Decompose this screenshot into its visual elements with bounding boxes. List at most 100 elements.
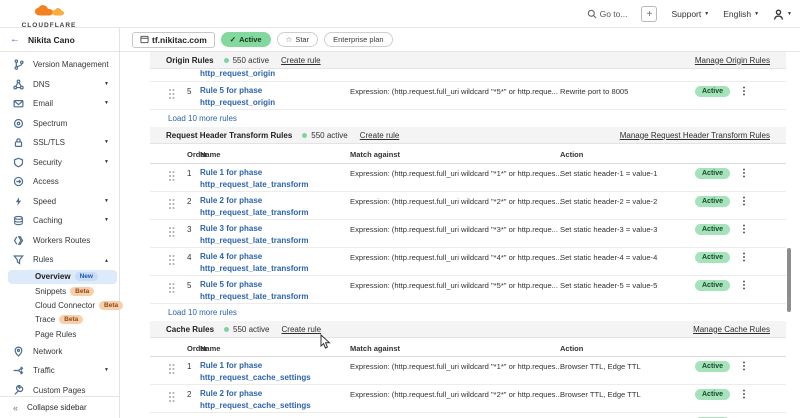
star-button[interactable]: ☆ Star	[277, 32, 319, 47]
user-menu[interactable]: ▼	[773, 9, 792, 20]
kebab-menu-icon[interactable]: ⋮	[739, 362, 749, 372]
table-row[interactable]: 4 Rule 4 for phasehttp_request_late_tran…	[150, 248, 786, 276]
sidebar-item-security[interactable]: Security ▼	[0, 153, 119, 173]
chevron-up-icon: ▼	[104, 257, 109, 262]
table-row[interactable]: 2 Rule 2 for phasehttp_request_cache_set…	[150, 385, 786, 413]
kebab-menu-icon[interactable]: ⋮	[739, 197, 749, 207]
load-more-link[interactable]: Load 10 more rules	[168, 114, 237, 123]
beta-badge: Beta	[59, 315, 83, 324]
sidebar-item-access[interactable]: Access	[0, 172, 119, 192]
sidebar-item-label: Custom Pages	[33, 386, 85, 395]
sidebar-item-email[interactable]: Email ▼	[0, 94, 119, 114]
table-row[interactable]: 5 Rule 5 for phasehttp_request_origin Ex…	[150, 82, 786, 110]
sidebar-item-label: Speed	[33, 197, 56, 206]
sidebar-subitem-label: Trace	[35, 315, 55, 324]
drag-handle-icon[interactable]	[168, 198, 175, 210]
table-row[interactable]: 1 Rule 1 for phasehttp_request_cache_set…	[150, 357, 786, 385]
rule-name-link[interactable]: Rule 2 for phasehttp_request_late_transf…	[200, 195, 308, 219]
sidebar-item-overview[interactable]: Overview New	[8, 270, 117, 284]
rule-action: Browser TTL, Edge TTL	[560, 362, 641, 371]
language-menu[interactable]: English ▼	[723, 9, 759, 19]
vertical-scrollbar[interactable]	[787, 248, 791, 312]
rule-match-expression: Expression: (http.request.full_uri wildc…	[350, 362, 562, 371]
table-row-partial[interactable]: http_request_origin	[150, 69, 786, 82]
sidebar-item-caching[interactable]: Caching ▼	[0, 211, 119, 231]
sidebar-item-label: Spectrum	[33, 119, 67, 128]
column-action: Action	[560, 150, 583, 159]
domain-selector[interactable]: tf.nikitac.com	[132, 32, 215, 48]
kebab-menu-icon[interactable]: ⋮	[739, 390, 749, 400]
site-status-badge: ✓ Active	[221, 32, 271, 47]
kebab-menu-icon[interactable]: ⋮	[739, 87, 749, 97]
kebab-menu-icon[interactable]: ⋮	[739, 281, 749, 291]
load-more-link[interactable]: Load 10 more rules	[168, 308, 237, 317]
sidebar-item-ssl-tls[interactable]: SSL/TLS ▼	[0, 133, 119, 153]
table-row-clipped[interactable]: Active	[150, 413, 786, 418]
rule-name-line2: http_request_late_transform	[200, 236, 308, 245]
table-row[interactable]: 2 Rule 2 for phasehttp_request_late_tran…	[150, 192, 786, 220]
create-rule-link[interactable]: Create rule	[282, 325, 322, 334]
sidebar-item-dns[interactable]: DNS ▼	[0, 75, 119, 95]
sidebar-item-cloud-connector[interactable]: Cloud Connector Beta	[0, 298, 119, 312]
rule-order: 5	[187, 87, 191, 96]
active-count: 550 active	[233, 56, 269, 65]
cloudflare-logo[interactable]: CLOUDFLARE	[20, 3, 78, 29]
drag-handle-icon[interactable]	[168, 226, 175, 238]
drag-handle-icon[interactable]	[168, 254, 175, 266]
rule-name-link[interactable]: Rule 1 for phasehttp_request_cache_setti…	[200, 360, 311, 384]
kebab-menu-icon[interactable]: ⋮	[739, 225, 749, 235]
manage-cache-rules-link[interactable]: Manage Cache Rules	[693, 325, 770, 334]
manage-origin-rules-link[interactable]: Manage Origin Rules	[695, 56, 770, 65]
sidebar-item-version-management[interactable]: Version Management	[0, 55, 119, 75]
rule-name-link[interactable]: http_request_origin	[200, 68, 275, 80]
rule-name-link[interactable]: Rule 2 for phasehttp_request_cache_setti…	[200, 388, 311, 412]
kebab-menu-icon[interactable]: ⋮	[739, 169, 749, 179]
drag-handle-icon[interactable]	[168, 170, 175, 182]
plus-icon: +	[647, 9, 653, 20]
rule-name-link[interactable]: Rule 1 for phasehttp_request_late_transf…	[200, 167, 308, 191]
rule-name-link[interactable]: Rule 5 for phasehttp_request_origin	[200, 85, 275, 109]
load-more-row: Load 10 more rules	[150, 304, 786, 321]
sidebar-item-traffic[interactable]: Traffic ▼	[0, 361, 119, 381]
global-search[interactable]: Go to...	[587, 9, 628, 19]
caching-icon	[13, 215, 24, 226]
table-row[interactable]: 1 Rule 1 for phasehttp_request_late_tran…	[150, 164, 786, 192]
rule-name-link[interactable]: Rule 5 for phasehttp_request_late_transf…	[200, 279, 308, 303]
email-icon	[13, 98, 24, 109]
sidebar-item-snippets[interactable]: Snippets Beta	[0, 284, 119, 298]
account-header[interactable]: ← Nikita Cano	[0, 28, 119, 52]
table-row[interactable]: 3 Rule 3 for phasehttp_request_late_tran…	[150, 220, 786, 248]
section-title: Request Header Transform Rules	[166, 131, 292, 140]
drag-handle-icon[interactable]	[168, 282, 175, 294]
chevron-down-icon: ▼	[787, 12, 792, 17]
collapse-label: Collapse sidebar	[27, 403, 87, 412]
sidebar-item-workers-routes[interactable]: Workers Routes	[0, 231, 119, 251]
drag-handle-icon[interactable]	[168, 391, 175, 403]
support-menu[interactable]: Support ▼	[671, 9, 709, 19]
site-icon	[140, 35, 149, 44]
site-header-bar: tf.nikitac.com ✓ Active ☆ Star Enterpris…	[120, 28, 800, 52]
back-arrow-icon[interactable]: ←	[10, 34, 20, 45]
drag-handle-icon[interactable]	[168, 88, 175, 100]
create-rule-link[interactable]: Create rule	[281, 56, 321, 65]
search-placeholder: Go to...	[600, 9, 628, 19]
rule-name-link[interactable]: Rule 4 for phasehttp_request_late_transf…	[200, 251, 308, 275]
collapse-sidebar-button[interactable]: « Collapse sidebar	[0, 396, 119, 418]
spectrum-icon	[13, 118, 24, 129]
sidebar-item-spectrum[interactable]: Spectrum	[0, 114, 119, 134]
chevron-down-icon: ▼	[104, 218, 109, 223]
manage-request-header-transform-rules-link[interactable]: Manage Request Header Transform Rules	[620, 131, 770, 140]
drag-handle-icon[interactable]	[168, 363, 175, 375]
sidebar-item-network[interactable]: Network	[0, 341, 119, 361]
section-header-request-header-transform-rules: Request Header Transform Rules 550 activ…	[150, 127, 786, 144]
workers-icon	[13, 235, 24, 246]
sidebar-item-trace[interactable]: Trace Beta	[0, 313, 119, 327]
sidebar-item-page-rules[interactable]: Page Rules	[0, 327, 119, 341]
create-rule-link[interactable]: Create rule	[360, 131, 400, 140]
sidebar-item-speed[interactable]: Speed ▼	[0, 192, 119, 212]
table-row[interactable]: 5 Rule 5 for phasehttp_request_late_tran…	[150, 276, 786, 304]
rule-name-link[interactable]: Rule 3 for phasehttp_request_late_transf…	[200, 223, 308, 247]
add-site-button[interactable]: +	[641, 6, 657, 22]
kebab-menu-icon[interactable]: ⋮	[739, 253, 749, 263]
sidebar-item-rules[interactable]: Rules ▼	[0, 250, 119, 270]
